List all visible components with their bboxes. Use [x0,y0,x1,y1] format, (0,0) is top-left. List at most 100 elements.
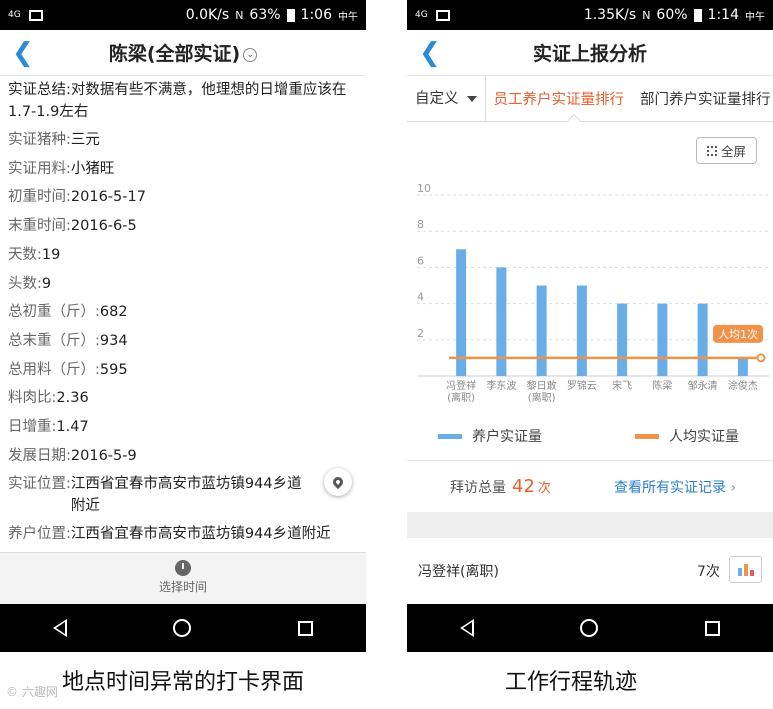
detail-row: 实证用料: 小猪旺 [8,155,358,184]
detail-row: 料肉比: 2.36 [8,384,358,413]
bar [737,357,748,376]
detail-value: 682 [99,304,128,321]
title-bar: ❮ 实证上报分析 [407,30,773,76]
image-notification-icon [435,9,450,21]
detail-label: 实证位置: [8,476,71,493]
nav-recents-icon[interactable] [704,620,720,636]
active-tab-indicator [566,113,582,129]
bar [536,285,547,376]
detail-value: 9 [41,275,52,292]
detail-value: 2016-6-5 [70,218,137,235]
nfc-icon: N [235,8,244,22]
nav-back-icon[interactable] [53,619,68,637]
right-caption: 工作行程轨迹 [505,670,638,695]
battery-percent: 63% [249,7,281,23]
x-tick-label: 冯登祥 [446,379,476,392]
battery-icon [693,8,702,22]
bar-chart-icon[interactable] [729,556,762,583]
detail-row: 初重时间: 2016-5-17 [8,183,358,212]
image-notification-icon [28,9,43,21]
x-tick-label: (离职) [447,391,475,404]
nav-back-icon[interactable] [460,619,475,637]
y-tick-label: 2 [417,327,424,340]
status-bar: 4G 0.0K/s N 63% 1:06 中午 [0,0,366,30]
clock-time: 1:14 [707,7,739,23]
select-time-label: 选择时间 [158,580,207,594]
visit-total-count: 42 [512,476,535,497]
legend-line-series: 人均实证量 [635,426,739,446]
tab-employee-ranking[interactable]: 员工养户实证量排行 [486,88,633,109]
chevron-down-icon[interactable]: ⌄ [243,47,258,62]
detail-row: 养户位置: 江西省宜春市高安市蓝坊镇944乡道附近 [8,520,358,548]
detail-row: 天数: 19 [8,241,358,270]
caret-down-icon [466,95,477,102]
detail-value: 934 [99,332,128,349]
person-name: 冯登祥(离职) [418,564,499,580]
nav-home-icon[interactable] [173,619,192,637]
detail-row: 日增重: 1.47 [8,413,358,442]
network-speed: 1.35K/s [583,7,637,23]
average-line-end-point [756,353,766,363]
detail-value: 1.47 [56,419,89,436]
detail-label: 头数: [8,275,42,292]
nav-home-icon[interactable] [580,619,599,637]
view-all-records-link[interactable]: 查看所有实证记录 › [614,477,736,497]
detail-row: 总末重（斤）: 934 [8,327,358,356]
left-caption: 地点时间异常的打卡界面 [62,670,305,695]
signal-indicator: 4G [415,9,428,20]
detail-row: 总用料（斤）: 595 [8,356,358,385]
network-speed: 0.0K/s [185,7,230,23]
back-chevron-icon[interactable]: ❮ [419,40,441,66]
signal-indicator: 4G [8,9,21,20]
ranking-bar-chart: 246810冯登祥(离职)李东波 黎日敢(离职)罗锦云 宋飞 陈梁 邹永清 涂俊杰人均1次 [417,182,769,404]
select-time-button[interactable]: 选择时间 [0,552,366,604]
section-divider [407,512,773,538]
legend-bar-swatch [438,433,462,439]
expand-icon [706,145,717,156]
detail-value: 江西省宜春市高安市蓝坊镇944乡道附近 [70,526,331,543]
title-bar: ❮ 陈梁(全部实证) ⌄ [0,30,366,76]
fullscreen-button[interactable]: 全屏 [696,137,757,164]
detail-label: 总末重（斤）: [8,332,100,349]
back-chevron-icon[interactable]: ❮ [12,40,34,66]
nav-recents-icon[interactable] [297,620,313,636]
fullscreen-label: 全屏 [720,144,746,159]
x-tick-label: 邹永清 [688,379,718,392]
detail-row: 总初重（斤）: 682 [8,298,358,327]
detail-value: 江西省宜春市高安市蓝坊镇944乡道附近 [70,476,302,515]
detail-row: 实证总结:对数据有些不满意，他理想的日增重应该在1.7-1.9左右 [8,76,358,126]
detail-value: 小猪旺 [70,160,115,177]
page-title: 实证上报分析 [532,43,647,65]
clock-ampm: 中午 [745,11,765,23]
tab-department-ranking[interactable]: 部门养户实证量排行 [632,88,773,109]
x-tick-label: (离职) [528,391,556,404]
visit-total-unit: 次 [537,481,551,496]
custom-dropdown[interactable]: 自定义 [407,75,486,122]
x-tick-label: 涂俊杰 [728,379,758,392]
right-screen: 4G 1.35K/s N 60% 1:14 中午 ❮ 实证上报分析 自定义 员工… [407,0,773,652]
page-title[interactable]: 陈梁(全部实证) ⌄ [109,39,258,66]
detail-label: 总初重（斤）: [8,304,100,321]
legend-line-label: 人均实证量 [669,429,739,445]
detail-value: 2.36 [56,390,89,407]
location-pin-icon [330,474,346,490]
legend-line-swatch [635,433,659,439]
visit-summary: 拜访总量 42 次 查看所有实证记录 › [407,460,773,512]
y-tick-label: 10 [417,182,431,195]
detail-label: 天数: [8,246,42,263]
detail-label: 日增重: [8,419,57,436]
bar [617,303,628,376]
detail-value: 2016-5-17 [70,189,146,206]
clock-time: 1:06 [300,7,332,23]
list-item[interactable]: 冯登祥(离职) 7次 [407,538,773,604]
y-tick-label: 4 [417,291,424,304]
detail-label: 料肉比: [8,390,57,407]
detail-value: 19 [41,246,61,263]
bar [697,303,708,376]
status-bar: 4G 1.35K/s N 60% 1:14 中午 [407,0,773,30]
map-location-button[interactable] [324,468,352,496]
visit-total: 拜访总量 42 次 [450,476,551,497]
record-details: 实证总结:对数据有些不满意，他理想的日增重应该在1.7-1.9左右 实证猪种: 三元… [0,76,366,548]
average-annotation: 人均1次 [718,327,758,341]
detail-row: 末重时间: 2016-6-5 [8,212,358,241]
